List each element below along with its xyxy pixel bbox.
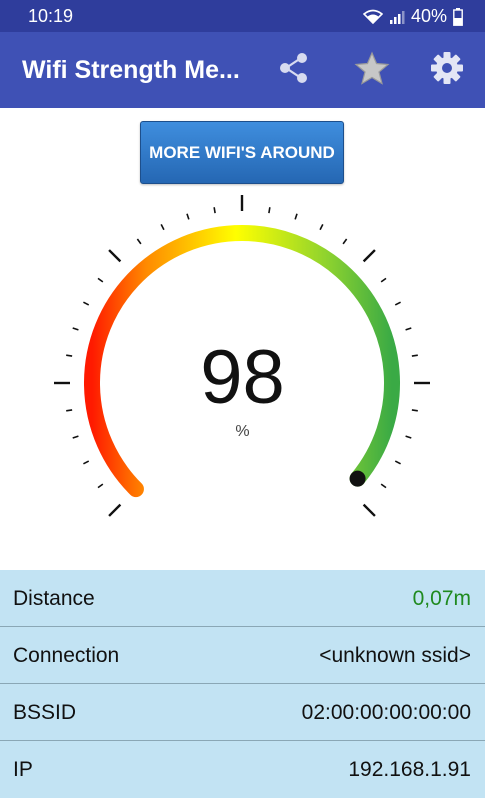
ip-value: 192.168.1.91	[348, 758, 471, 781]
gauge-minor-tick	[186, 213, 190, 220]
info-row-ip: IP 192.168.1.91	[0, 741, 485, 798]
info-list: Distance 0,07m Connection <unknown ssid>…	[0, 570, 485, 798]
gauge-minor-tick	[380, 277, 387, 283]
info-row-distance: Distance 0,07m	[0, 570, 485, 627]
more-wifi-button[interactable]: MORE WIFI'S AROUND	[140, 121, 344, 184]
wifi-icon	[362, 9, 383, 25]
info-row-connection: Connection <unknown ssid>	[0, 627, 485, 684]
gauge-minor-tick	[294, 213, 298, 220]
gauge-major-tick	[108, 503, 122, 517]
gauge-minor-tick	[83, 301, 90, 306]
gauge-unit: %	[235, 423, 250, 440]
gauge-minor-tick	[268, 207, 271, 214]
gauge-minor-tick	[394, 460, 401, 465]
gauge-minor-tick	[394, 301, 401, 306]
favorite-button[interactable]	[352, 50, 392, 90]
gauge-minor-tick	[97, 483, 104, 489]
status-time: 10:19	[28, 6, 74, 26]
ip-label: IP	[13, 758, 33, 781]
battery-icon	[453, 7, 463, 26]
gauge-minor-tick	[83, 460, 90, 465]
gauge-minor-tick	[342, 238, 348, 245]
gauge-minor-tick	[405, 327, 412, 331]
gauge-minor-tick	[213, 207, 216, 214]
distance-value: 0,07m	[412, 587, 471, 610]
connection-label: Connection	[13, 644, 120, 667]
gauge-minor-tick	[380, 483, 387, 489]
app-bar: Wifi Strength Me...	[0, 32, 485, 108]
settings-button[interactable]	[427, 50, 467, 90]
settings-icon	[429, 50, 465, 91]
gauge-major-tick	[108, 249, 122, 263]
connection-value: <unknown ssid>	[319, 644, 471, 667]
status-bar: 10:19 40%	[0, 0, 485, 32]
share-icon	[277, 51, 311, 90]
gauge-major-tick	[362, 503, 376, 517]
battery-percent: 40%	[410, 6, 447, 26]
bssid-label: BSSID	[13, 701, 77, 724]
share-button[interactable]	[274, 50, 314, 90]
gauge-minor-tick	[97, 277, 104, 283]
star-icon	[354, 50, 390, 90]
app-title: Wifi Strength Me...	[22, 56, 240, 84]
signal-icon	[389, 9, 405, 25]
distance-label: Distance	[13, 587, 95, 610]
gauge-minor-tick	[136, 238, 142, 245]
gauge-minor-tick	[72, 327, 79, 331]
gauge-major-tick	[362, 249, 376, 263]
gauge-minor-tick	[160, 224, 165, 231]
status-icons: 40%	[362, 6, 463, 27]
info-row-bssid: BSSID 02:00:00:00:00:00	[0, 684, 485, 741]
bssid-value: 02:00:00:00:00:00	[301, 701, 471, 724]
gauge-value: 98	[200, 335, 285, 420]
gauge-minor-tick	[319, 224, 324, 231]
gauge-needle-dot	[349, 470, 366, 487]
